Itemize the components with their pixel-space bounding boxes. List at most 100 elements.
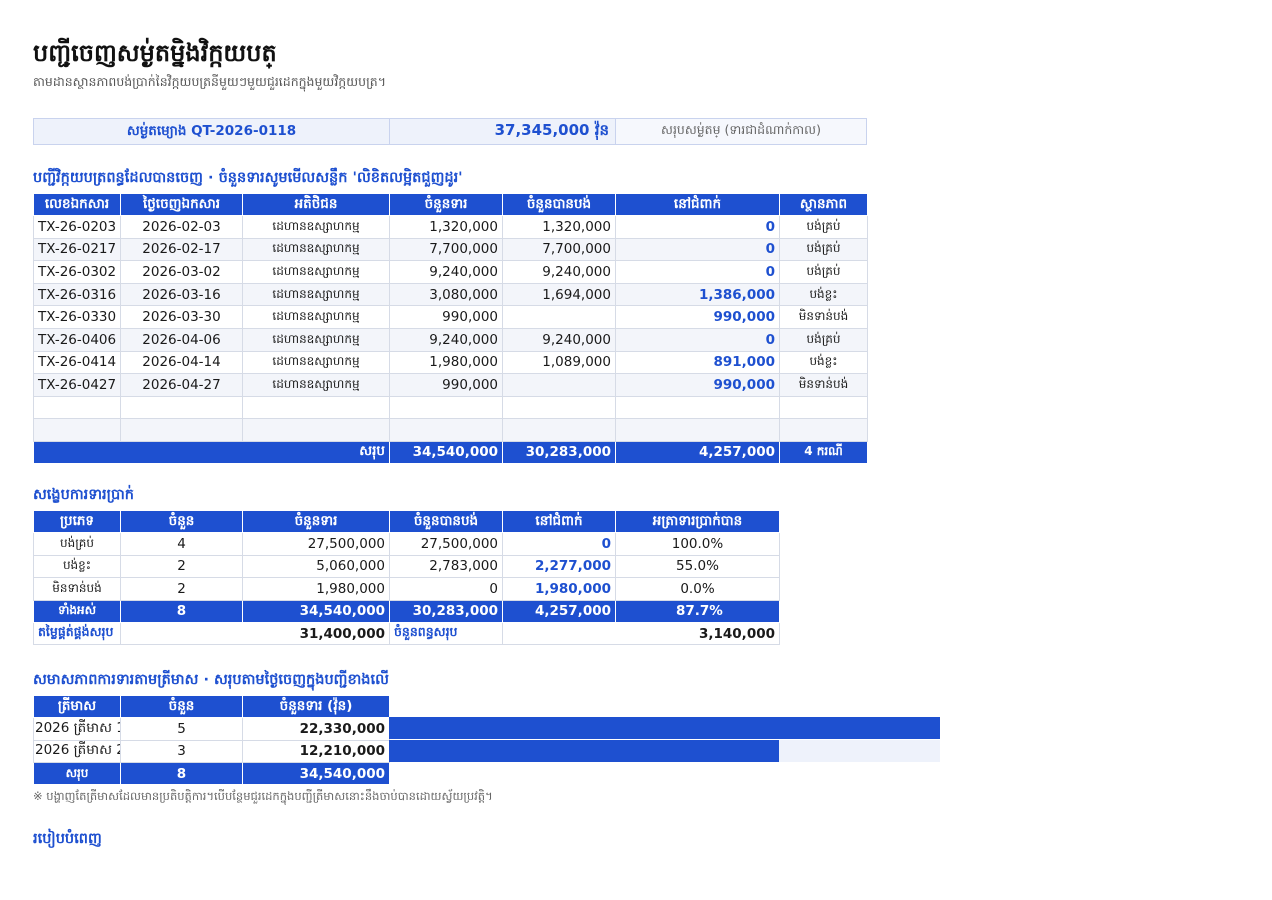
empty-cell[interactable] <box>502 395 616 420</box>
billed-cell[interactable]: 7,700,000 <box>389 237 503 262</box>
status-cell[interactable]: បង់គ្រប់ <box>779 237 868 262</box>
col-type[interactable]: ប្រភេទ <box>33 510 121 533</box>
paid-cell[interactable] <box>502 305 616 329</box>
rate-cell[interactable]: 55.0% <box>615 554 780 579</box>
empty-cell[interactable] <box>389 418 503 442</box>
count-cell[interactable]: 3 <box>120 739 243 764</box>
billed-cell[interactable]: 990,000 <box>389 373 503 397</box>
status-cell[interactable]: បង់គ្រប់ <box>779 327 868 352</box>
table-row[interactable]: បង់ខ្លះ 2 5,060,000 2,783,000 2,277,000 55.0% <box>33 554 780 579</box>
date-cell[interactable]: 2026-02-17 <box>120 237 243 262</box>
outstanding-cell[interactable]: 0 <box>615 237 780 262</box>
date-cell[interactable]: 2026-03-02 <box>120 260 243 284</box>
outstanding-cell[interactable]: 0 <box>615 215 780 239</box>
empty-cell[interactable] <box>33 418 121 442</box>
customer-cell[interactable]: ដេហាន​ឧស្សាហកម្ម <box>242 215 390 239</box>
doc-cell[interactable]: TX-26-0330 <box>33 305 121 329</box>
doc-cell[interactable]: TX-26-0316 <box>33 282 121 307</box>
date-cell[interactable]: 2026-04-14 <box>120 350 243 375</box>
table-row[interactable]: TX-26-0414 2026-04-14 ដេហាន​ឧស្សាហកម្ម 1,98… <box>33 350 868 375</box>
customer-cell[interactable]: ដេហាន​ឧស្សាហកម្ម <box>242 327 390 352</box>
empty-row[interactable] <box>33 418 868 442</box>
paid-cell[interactable] <box>502 373 616 397</box>
customer-cell[interactable]: ដេហាន​ឧស្សាហកម្ម <box>242 260 390 284</box>
table-row[interactable]: TX-26-0406 2026-04-06 ដេហាន​ឧស្សាហកម្ម 9,24… <box>33 327 868 352</box>
status-cell[interactable]: បង់គ្រប់ <box>779 260 868 284</box>
empty-cell[interactable] <box>779 418 868 442</box>
customer-cell[interactable]: ដេហាន​ឧស្សាហកម្ម <box>242 350 390 375</box>
doc-cell[interactable]: TX-26-0414 <box>33 350 121 375</box>
billed-cell[interactable]: 5,060,000 <box>242 554 390 579</box>
empty-row[interactable] <box>33 395 868 420</box>
billed-cell[interactable]: 3,080,000 <box>389 282 503 307</box>
rate-cell[interactable]: 0.0% <box>615 577 780 601</box>
status-cell[interactable]: បង់ខ្លះ <box>779 282 868 307</box>
quarter-cell[interactable]: 2026 ត្រីមាស 1 <box>33 717 121 741</box>
type-cell[interactable]: បង់ខ្លះ <box>33 554 121 579</box>
tax-total-value[interactable]: 3,140,000 <box>502 621 780 646</box>
doc-cell[interactable]: TX-26-0203 <box>33 215 121 239</box>
col-count[interactable]: ចំនួន <box>120 695 243 718</box>
billed-cell[interactable]: 9,240,000 <box>389 260 503 284</box>
table-row[interactable]: មិនទាន់បង់ 2 1,980,000 0 1,980,000 0.0% <box>33 577 780 601</box>
col-billed[interactable]: ចំនួនទារ <box>389 193 503 216</box>
col-outstanding[interactable]: នៅជំពាក់ <box>502 510 616 533</box>
count-cell[interactable]: 4 <box>120 532 243 556</box>
empty-cell[interactable] <box>33 395 121 420</box>
outstanding-cell[interactable]: 891,000 <box>615 350 780 375</box>
type-cell[interactable]: បង់គ្រប់ <box>33 532 121 556</box>
paid-cell[interactable]: 27,500,000 <box>389 532 503 556</box>
status-cell[interactable]: មិនទាន់បង់ <box>779 305 868 329</box>
table-row[interactable]: TX-26-0302 2026-03-02 ដេហាន​ឧស្សាហកម្ម 9,24… <box>33 260 868 284</box>
table-row[interactable]: 2026 ត្រីមាស 2 3 12,210,000 <box>33 739 390 764</box>
doc-cell[interactable]: TX-26-0302 <box>33 260 121 284</box>
col-customer[interactable]: អតិថិជន <box>242 193 390 216</box>
col-quarter[interactable]: ត្រីមាស <box>33 695 121 718</box>
billed-cell[interactable]: 27,500,000 <box>242 532 390 556</box>
paid-cell[interactable]: 1,089,000 <box>502 350 616 375</box>
table-row[interactable]: TX-26-0203 2026-02-03 ដេហាន​ឧស្សាហកម្ម 1,32… <box>33 215 868 239</box>
customer-cell[interactable]: ដេហាន​ឧស្សាហកម្ម <box>242 282 390 307</box>
col-billed-won[interactable]: ចំនួនទារ (វ៉ុន) <box>242 695 390 718</box>
outstanding-cell[interactable]: 0 <box>615 327 780 352</box>
outstanding-cell[interactable]: 990,000 <box>615 305 780 329</box>
empty-cell[interactable] <box>120 418 243 442</box>
date-cell[interactable]: 2026-03-16 <box>120 282 243 307</box>
billed-cell[interactable]: 22,330,000 <box>242 717 390 741</box>
col-doc-number[interactable]: លេខឯកសារ <box>33 193 121 216</box>
paid-cell[interactable]: 9,240,000 <box>502 327 616 352</box>
paid-cell[interactable]: 1,694,000 <box>502 282 616 307</box>
type-cell[interactable]: មិនទាន់បង់ <box>33 577 121 601</box>
empty-cell[interactable] <box>389 395 503 420</box>
date-cell[interactable]: 2026-02-03 <box>120 215 243 239</box>
table-row[interactable]: TX-26-0330 2026-03-30 ដេហាន​ឧស្សាហកម្ម 990,… <box>33 305 868 329</box>
empty-cell[interactable] <box>502 418 616 442</box>
col-status[interactable]: ស្ថានភាព <box>779 193 868 216</box>
outstanding-cell[interactable]: 0 <box>502 532 616 556</box>
col-paid[interactable]: ចំនួនបានបង់ <box>502 193 616 216</box>
date-cell[interactable]: 2026-03-30 <box>120 305 243 329</box>
empty-cell[interactable] <box>242 418 390 442</box>
outstanding-cell[interactable]: 1,980,000 <box>502 577 616 601</box>
paid-cell[interactable]: 9,240,000 <box>502 260 616 284</box>
count-cell[interactable]: 5 <box>120 717 243 741</box>
table-row[interactable]: TX-26-0217 2026-02-17 ដេហាន​ឧស្សាហកម្ម 7,70… <box>33 237 868 262</box>
status-cell[interactable]: មិនទាន់បង់ <box>779 373 868 397</box>
col-outstanding[interactable]: នៅជំពាក់ <box>615 193 780 216</box>
table-row[interactable]: TX-26-0427 2026-04-27 ដេហាន​ឧស្សាហកម្ម 990,… <box>33 373 868 397</box>
outstanding-cell[interactable]: 990,000 <box>615 373 780 397</box>
col-issue-date[interactable]: ថ្ងៃចេញឯកសារ <box>120 193 243 216</box>
empty-cell[interactable] <box>120 395 243 420</box>
doc-cell[interactable]: TX-26-0217 <box>33 237 121 262</box>
customer-cell[interactable]: ដេហាន​ឧស្សាហកម្ម <box>242 373 390 397</box>
billed-cell[interactable]: 1,980,000 <box>242 577 390 601</box>
billed-cell[interactable]: 9,240,000 <box>389 327 503 352</box>
col-count[interactable]: ចំនួន <box>120 510 243 533</box>
paid-cell[interactable]: 2,783,000 <box>389 554 503 579</box>
empty-cell[interactable] <box>779 395 868 420</box>
doc-cell[interactable]: TX-26-0427 <box>33 373 121 397</box>
empty-cell[interactable] <box>615 395 780 420</box>
outstanding-cell[interactable]: 0 <box>615 260 780 284</box>
billed-cell[interactable]: 1,320,000 <box>389 215 503 239</box>
empty-cell[interactable] <box>615 418 780 442</box>
